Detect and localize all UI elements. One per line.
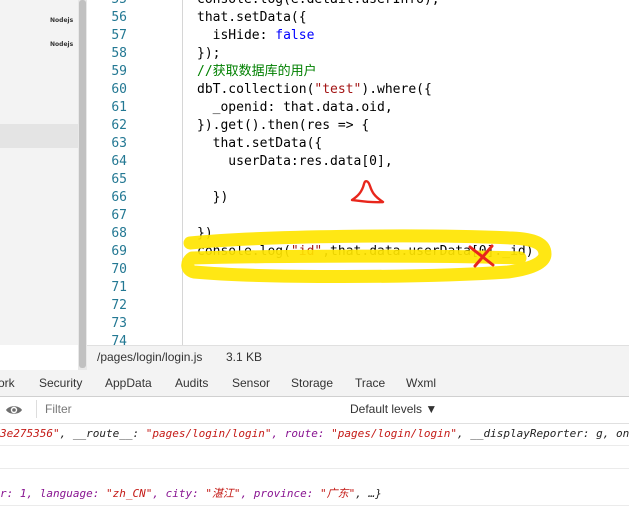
devtools-tab-bar: ork Security AppData Audits Sensor Stora…: [0, 370, 629, 397]
scrollbar-thumb[interactable]: [79, 0, 86, 368]
line-number: 64: [111, 154, 127, 169]
console-token: "湛江": [205, 487, 241, 500]
tab-security[interactable]: Security: [39, 376, 82, 390]
line-number-gutter: 55 56 57 58 59 60 61 62 63 64 65 66 67 6…: [87, 0, 127, 349]
line-number: 69: [111, 244, 127, 259]
line-number: 68: [111, 226, 127, 241]
log-levels-dropdown[interactable]: Default levels ▼: [350, 402, 437, 416]
indent-guide: [182, 0, 183, 345]
file-tree-selected-row[interactable]: [0, 124, 78, 148]
console-token: , province:: [240, 487, 321, 500]
console-log-line[interactable]: r: 1, language: "zh_CN", city: "湛江", pro…: [0, 483, 629, 506]
file-tree-node-label[interactable]: Nodejs: [50, 41, 73, 48]
console-log-line: [0, 446, 629, 469]
console-token: r: 1, language:: [0, 487, 106, 500]
console-token: , __displayReporter: g, on: [457, 427, 629, 440]
line-number: 58: [111, 46, 127, 61]
line-number: 55: [87, 0, 127, 9]
line-number: 73: [111, 316, 127, 331]
code-token: ,that.data.userData[0]._id): [322, 244, 534, 259]
console-token: "广东": [320, 487, 356, 500]
code-line-66[interactable]: }): [197, 189, 229, 207]
code-line-60[interactable]: dbT.collection("test").where({: [197, 81, 432, 99]
console-token: , …}: [355, 487, 382, 500]
tab-network[interactable]: ork: [0, 376, 15, 390]
line-number: 65: [111, 172, 127, 187]
tab-appdata[interactable]: AppData: [105, 376, 152, 390]
code-line-61[interactable]: _openid: that.data.oid,: [197, 99, 393, 117]
line-number: 70: [111, 262, 127, 277]
code-line-57[interactable]: isHide: false: [197, 27, 315, 45]
console-token: , __route__:: [59, 427, 146, 440]
eye-icon[interactable]: [5, 403, 23, 417]
code-token: ).where({: [361, 82, 432, 97]
line-number: 61: [111, 100, 127, 115]
line-number: 62: [111, 118, 127, 133]
line-number: 67: [111, 208, 127, 223]
code-line-62[interactable]: }).get().then(res => {: [197, 117, 369, 135]
console-token: , city:: [152, 487, 206, 500]
code-editor[interactable]: 55 56 57 58 59 60 61 62 63 64 65 66 67 6…: [87, 0, 629, 349]
line-number: 63: [111, 136, 127, 151]
tab-audits[interactable]: Audits: [175, 376, 208, 390]
code-string: "id": [290, 244, 323, 259]
code-line-55[interactable]: console.log(e.detail.userInfo);: [197, 0, 440, 9]
line-number: 59: [111, 64, 127, 79]
line-number: 72: [111, 298, 127, 313]
file-tree-panel: Nodejs Nodejs: [0, 0, 78, 345]
code-keyword: false: [275, 28, 315, 43]
console-toolbar: Default levels ▼: [0, 397, 629, 424]
console-token: "pages/login/login": [331, 427, 457, 440]
line-number: 66: [111, 190, 127, 205]
code-line-56[interactable]: that.setData({: [197, 9, 307, 27]
line-number: 71: [111, 280, 127, 295]
code-token: console.log(: [197, 244, 291, 259]
editor-status-bar: /pages/login/login.js 3.1 KB: [87, 345, 629, 370]
console-filter-input[interactable]: [36, 400, 353, 418]
file-size: 3.1 KB: [226, 350, 263, 364]
line-number: 57: [111, 28, 127, 43]
code-line-58[interactable]: });: [197, 45, 220, 63]
code-string: "test": [314, 82, 362, 97]
code-line-63[interactable]: that.setData({: [197, 135, 323, 153]
line-number: 60: [111, 82, 127, 97]
tab-trace[interactable]: Trace: [355, 376, 385, 390]
tab-sensor[interactable]: Sensor: [232, 376, 270, 390]
code-line-68[interactable]: }): [197, 225, 213, 243]
console-token: 3e275356": [0, 427, 60, 440]
file-tree-node-label[interactable]: Nodejs: [50, 17, 73, 24]
console-token: "zh_CN": [105, 487, 153, 500]
code-comment-line-59[interactable]: //获取数据库的用户: [197, 63, 317, 81]
console-token: "pages/login/login": [145, 427, 272, 440]
code-token: isHide:: [197, 28, 276, 43]
tab-wxml[interactable]: Wxml: [406, 376, 436, 390]
code-token: dbT.collection(: [197, 82, 315, 97]
code-line-69[interactable]: console.log("id",that.data.userData[0]._…: [197, 243, 534, 261]
tab-storage[interactable]: Storage: [291, 376, 333, 390]
code-line-64[interactable]: userData:res.data[0],: [197, 153, 392, 171]
console-token: , route:: [271, 427, 332, 440]
file-path: /pages/login/login.js: [97, 350, 203, 364]
console-log-line[interactable]: 3e275356", __route__: "pages/login/login…: [0, 423, 629, 446]
line-number: 56: [111, 10, 127, 25]
